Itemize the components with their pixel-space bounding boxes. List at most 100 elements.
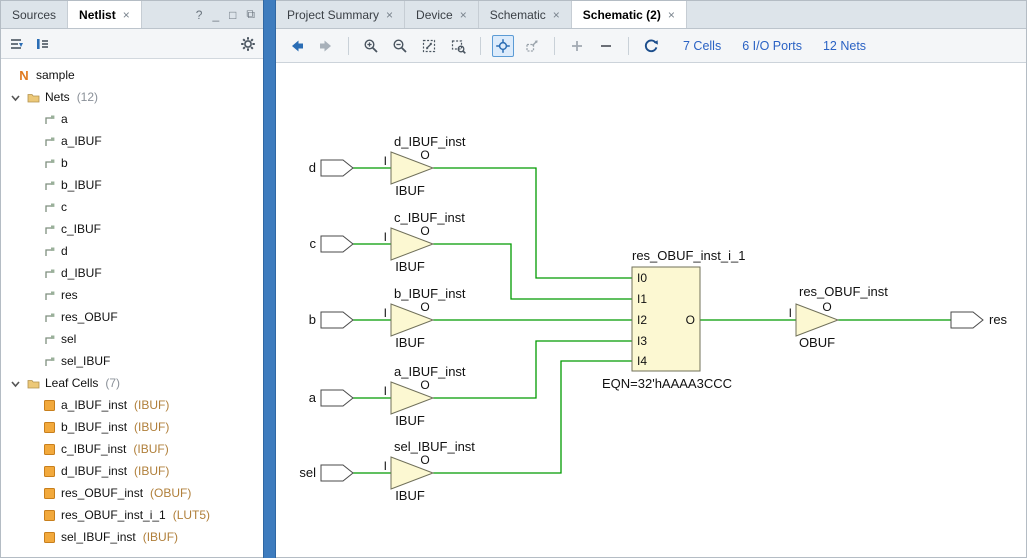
tree-net-item[interactable]: sel <box>1 328 263 350</box>
cell-type-label: OBUF <box>799 335 835 350</box>
input-port-shape[interactable] <box>321 160 353 176</box>
port-c[interactable]: c <box>310 236 354 252</box>
net-icon <box>43 245 56 258</box>
tree-root-sample[interactable]: N sample <box>1 64 263 86</box>
remove-icon[interactable] <box>595 35 617 57</box>
chevron-down-icon[interactable] <box>9 91 22 104</box>
collapse-all-icon[interactable] <box>8 36 24 52</box>
tree-net-item[interactable]: a <box>1 108 263 130</box>
pin-label-o: O <box>420 453 429 467</box>
close-icon[interactable]: × <box>386 8 393 22</box>
cell-name: res_OBUF_inst <box>61 486 143 500</box>
net-name: res_OBUF <box>61 310 118 324</box>
input-port-shape[interactable] <box>321 390 353 406</box>
tab-schematic-2[interactable]: Schematic (2) × <box>572 1 687 28</box>
port-label: res <box>989 312 1008 327</box>
tab-sources[interactable]: Sources <box>1 1 68 28</box>
close-icon[interactable]: × <box>123 8 130 22</box>
tree-cell-item[interactable]: b_IBUF_inst (IBUF) <box>1 416 263 438</box>
chevron-down-icon[interactable] <box>9 377 22 390</box>
tree-cell-item[interactable]: res_OBUF_inst_i_1 (LUT5) <box>1 504 263 526</box>
expand-all-icon[interactable] <box>34 36 50 52</box>
zoom-fit-icon[interactable] <box>418 35 440 57</box>
tree-net-item[interactable]: res <box>1 284 263 306</box>
zoom-out-icon[interactable] <box>389 35 411 57</box>
net-name: a <box>61 112 68 126</box>
tab-project-summary[interactable]: Project Summary × <box>276 1 405 28</box>
ibuf-d[interactable]: d_IBUF_inst O I IBUF <box>384 134 466 198</box>
tree-net-item[interactable]: sel_IBUF <box>1 350 263 372</box>
back-arrow-icon[interactable] <box>286 35 308 57</box>
input-port-shape[interactable] <box>321 236 353 252</box>
cell-icon <box>43 443 56 456</box>
tab-device[interactable]: Device × <box>405 1 479 28</box>
expand-selection-icon[interactable] <box>521 35 543 57</box>
tab-netlist[interactable]: Netlist × <box>68 1 142 28</box>
tree-net-item[interactable]: d <box>1 240 263 262</box>
tree-cell-item[interactable]: c_IBUF_inst (IBUF) <box>1 438 263 460</box>
buffer-symbol[interactable] <box>796 304 838 336</box>
tree-net-item[interactable]: b_IBUF <box>1 174 263 196</box>
close-icon[interactable]: × <box>460 8 467 22</box>
add-icon[interactable] <box>566 35 588 57</box>
help-icon[interactable]: ? <box>196 8 203 22</box>
autofit-selection-icon[interactable] <box>492 35 514 57</box>
cell-type: (IBUF) <box>134 464 169 478</box>
ibuf-b[interactable]: b_IBUF_inst O I IBUF <box>384 286 466 350</box>
zoom-in-icon[interactable] <box>360 35 382 57</box>
ibuf-a[interactable]: a_IBUF_inst O I IBUF <box>384 364 466 428</box>
tree-cell-item[interactable]: d_IBUF_inst (IBUF) <box>1 460 263 482</box>
toolbar-separator <box>480 37 481 55</box>
tree-cell-item[interactable]: sel_IBUF_inst (IBUF) <box>1 526 263 548</box>
gear-icon[interactable] <box>240 36 256 52</box>
cell-type: (IBUF) <box>133 442 168 456</box>
tree-cell-item[interactable]: a_IBUF_inst (IBUF) <box>1 394 263 416</box>
input-port-shape[interactable] <box>321 465 353 481</box>
tree-cell-item[interactable]: res_OBUF_inst (OBUF) <box>1 482 263 504</box>
panel-divider[interactable] <box>263 0 276 558</box>
cell-type: (IBUF) <box>143 530 178 544</box>
tree-net-item[interactable]: b <box>1 152 263 174</box>
tab-schematic[interactable]: Schematic × <box>479 1 572 28</box>
pin-label-o: O <box>686 313 695 327</box>
pin-label-i2: I2 <box>637 313 647 327</box>
ibuf-c[interactable]: c_IBUF_inst O I IBUF <box>384 210 466 274</box>
tree-net-item[interactable]: d_IBUF <box>1 262 263 284</box>
instance-label: b_IBUF_inst <box>394 286 466 301</box>
tree-group-leaf-cells[interactable]: Leaf Cells (7) <box>1 372 263 394</box>
tree-net-item[interactable]: c <box>1 196 263 218</box>
port-label: d <box>309 160 316 175</box>
port-b[interactable]: b <box>309 312 353 328</box>
regenerate-icon[interactable] <box>640 35 662 57</box>
forward-arrow-icon[interactable] <box>315 35 337 57</box>
zoom-area-icon[interactable] <box>447 35 469 57</box>
close-icon[interactable]: × <box>553 8 560 22</box>
io-ports-link[interactable]: 6 I/O Ports <box>742 39 802 53</box>
net-name: b <box>61 156 68 170</box>
tree-net-item[interactable]: res_OBUF <box>1 306 263 328</box>
tree-group-nets[interactable]: Nets (12) <box>1 86 263 108</box>
tree-net-item[interactable]: c_IBUF <box>1 218 263 240</box>
input-port-shape[interactable] <box>321 312 353 328</box>
schematic-canvas[interactable]: d c b a sel <box>276 63 1026 557</box>
ibuf-sel[interactable]: sel_IBUF_inst O I IBUF <box>384 439 476 503</box>
minimize-icon[interactable]: _ <box>212 8 219 22</box>
cells-link[interactable]: 7 Cells <box>683 39 721 53</box>
design-icon: N <box>17 68 31 83</box>
tab-netlist-label: Netlist <box>79 8 116 22</box>
port-d[interactable]: d <box>309 160 353 176</box>
pin-label-i: I <box>384 230 387 244</box>
output-port-shape[interactable] <box>951 312 983 328</box>
maximize-icon[interactable]: ⧉ <box>246 7 255 22</box>
close-icon[interactable]: × <box>668 8 675 22</box>
netlist-panel: Sources Netlist × ? _ □ ⧉ <box>0 0 263 558</box>
port-res[interactable]: res <box>951 312 1008 328</box>
obuf-res[interactable]: res_OBUF_inst O I OBUF <box>789 284 889 350</box>
schematic-panel: Project Summary × Device × Schematic × S… <box>276 0 1027 558</box>
nets-link[interactable]: 12 Nets <box>823 39 866 53</box>
port-a[interactable]: a <box>309 390 353 406</box>
port-sel[interactable]: sel <box>299 465 353 481</box>
tree-net-item[interactable]: a_IBUF <box>1 130 263 152</box>
float-icon[interactable]: □ <box>229 8 236 22</box>
instance-label: res_OBUF_inst <box>799 284 888 299</box>
